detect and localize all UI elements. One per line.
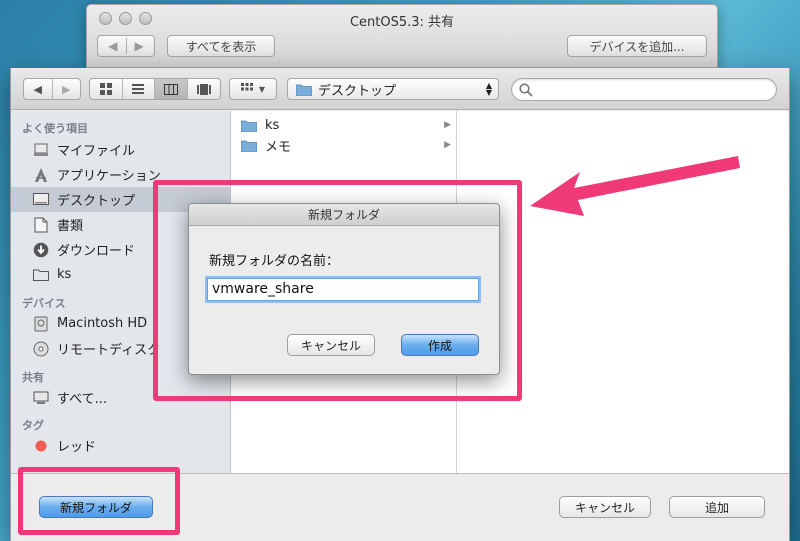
- all-files-icon: [33, 142, 49, 158]
- desktop-folder-icon: [296, 84, 312, 96]
- add-button[interactable]: 追加: [669, 496, 765, 518]
- updown-icon: ▲ ▼: [485, 81, 492, 97]
- column-view-icon: [163, 83, 178, 95]
- show-all-button[interactable]: すべてを表示: [167, 35, 275, 57]
- arrange-button[interactable]: ▼: [229, 78, 277, 100]
- sidebar-item-tag-red[interactable]: レッド: [11, 433, 230, 458]
- cancel-button[interactable]: キャンセル: [559, 496, 651, 518]
- sidebar-item-label: リモートディスク: [57, 343, 161, 358]
- sidebar-header-tags: タグ: [22, 419, 44, 432]
- back-forward-buttons[interactable]: ◀ ▶: [23, 78, 81, 100]
- sidebar-item-label: Macintosh HD: [57, 316, 148, 331]
- sidebar-item-label: ダウンロード: [57, 244, 136, 259]
- folder-icon: [241, 117, 257, 133]
- sidebar-item-label: レッド: [57, 440, 97, 455]
- downloads-icon: [33, 242, 49, 258]
- back-button[interactable]: ◀: [24, 79, 53, 99]
- icon-view-button[interactable]: [90, 79, 123, 99]
- list-item[interactable]: ks ▶: [231, 115, 457, 135]
- sidebar-item-label: すべて...: [57, 392, 107, 407]
- cover-flow-button[interactable]: [188, 79, 220, 99]
- folder-icon: [33, 267, 49, 283]
- folder-icon: [241, 137, 257, 153]
- background-window: CentOS5.3: 共有 ◀ ▶ すべてを表示 デバイスを追加...: [86, 4, 718, 68]
- cover-flow-icon: [196, 83, 211, 95]
- location-label: デスクトップ: [318, 83, 397, 99]
- sidebar-item-label: ks: [57, 267, 72, 282]
- disclosure-arrow-icon: ▶: [444, 120, 451, 130]
- column-view-button[interactable]: [155, 79, 188, 99]
- window-title: CentOS5.3: 共有: [349, 15, 455, 30]
- sidebar-item-label: 書類: [57, 219, 84, 234]
- sidebar-item-label: マイファイル: [57, 144, 136, 159]
- panel-toolbar: ◀ ▶ ▼ デスクトップ ▲ ▼: [11, 68, 789, 110]
- location-popup[interactable]: デスクトップ ▲ ▼: [287, 78, 499, 100]
- arrange-grid-icon: [240, 83, 253, 91]
- item-label: ks: [265, 117, 280, 133]
- icon-view-icon: [99, 83, 112, 95]
- bg-nav-buttons[interactable]: ◀ ▶: [97, 35, 155, 57]
- hard-disk-icon: [33, 316, 49, 332]
- network-icon: [33, 390, 49, 406]
- remote-disc-icon: [33, 341, 49, 357]
- sidebar-header-devices: デバイス: [22, 297, 66, 310]
- new-folder-highlight-box: [18, 467, 180, 535]
- back-icon: ◀: [108, 39, 118, 53]
- desktop-icon: [33, 192, 49, 208]
- forward-icon: ▶: [62, 82, 71, 96]
- add-device-button[interactable]: デバイスを追加...: [567, 35, 707, 57]
- documents-icon: [33, 217, 49, 233]
- search-icon: [519, 83, 533, 97]
- chevron-down-icon: ▼: [258, 84, 266, 94]
- sidebar-header-shared: 共有: [22, 371, 44, 384]
- sidebar-item-all-files[interactable]: マイファイル: [11, 137, 230, 162]
- view-mode-control[interactable]: [89, 78, 221, 100]
- list-view-button[interactable]: [123, 79, 155, 99]
- forward-icon: ▶: [134, 39, 144, 53]
- disclosure-arrow-icon: ▶: [444, 140, 451, 150]
- sidebar-header-favorites: よく使う項目: [22, 122, 88, 135]
- item-label: メモ: [265, 139, 292, 155]
- annotation-arrow-icon: [530, 156, 740, 216]
- back-icon: ◀: [33, 82, 42, 96]
- dialog-highlight-box: [153, 180, 522, 401]
- sidebar-item-label: アプリケーション: [57, 169, 161, 184]
- forward-button[interactable]: ▶: [53, 79, 81, 99]
- sidebar-item-label: デスクトップ: [57, 194, 136, 209]
- search-field[interactable]: [511, 78, 777, 101]
- list-item[interactable]: メモ ▶: [231, 135, 457, 155]
- applications-icon: [33, 167, 49, 183]
- list-view-icon: [132, 83, 145, 94]
- red-tag-icon: [33, 438, 49, 454]
